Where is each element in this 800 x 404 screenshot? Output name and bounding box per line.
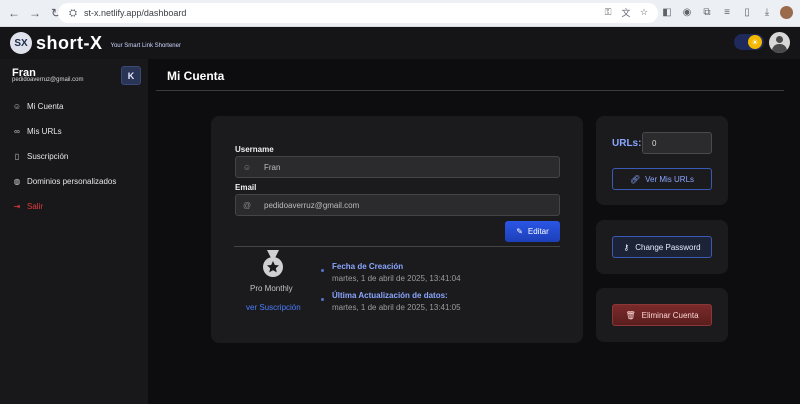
app-header: SX short-X Your Smart Link Shortener — [0, 27, 800, 59]
link-icon: ∞ — [14, 126, 20, 136]
username-field[interactable]: ☺ Fran — [235, 156, 560, 178]
back-arrow-icon[interactable]: ← — [5, 4, 23, 22]
site-info-icon[interactable]: ⛭ — [66, 6, 80, 20]
user-icon: ☺ — [12, 101, 22, 111]
translate-icon[interactable]: 文 — [620, 6, 632, 19]
logo-tagline: Your Smart Link Shortener — [110, 43, 181, 49]
delete-account-button[interactable]: 🗑︎ Eliminar Cuenta — [612, 304, 712, 326]
browser-toolbar: ← → ↻ ⛭ st-x.netlify.app/dashboard ⚿ 文 ☆… — [0, 0, 800, 27]
title-divider — [156, 90, 784, 91]
logout-icon: ⇥ — [13, 201, 21, 211]
sidebar-icon[interactable]: ▯ — [740, 5, 754, 20]
browser-profile-avatar[interactable] — [780, 6, 793, 19]
urls-label: URLs: — [612, 138, 642, 149]
edit-button[interactable]: ✎ Editar — [505, 221, 560, 242]
theme-toggle[interactable]: ☀ — [734, 34, 764, 50]
key-icon: ⚷ — [623, 242, 630, 252]
pencil-icon: ✎ — [516, 227, 523, 236]
address-bar[interactable]: ⛭ st-x.netlify.app/dashboard ⚿ 文 ☆ — [58, 3, 658, 23]
updated-label: Última Actualización de datos: — [332, 291, 448, 300]
user-icon: ☺ — [242, 162, 252, 172]
key-icon[interactable]: ⚿ — [602, 6, 614, 19]
created-label: Fecha de Creación — [332, 262, 404, 271]
profile-email: pedidoaverruz@gmail.com — [12, 77, 84, 83]
updated-value: martes, 1 de abril de 2025, 13:41:05 — [332, 303, 461, 312]
media-icon[interactable]: ≡ — [720, 5, 734, 20]
urls-card: URLs: 0 🔗︎ Ver Mis URLs — [596, 116, 728, 205]
star-icon[interactable]: ☆ — [638, 6, 650, 19]
plan-name: Pro Monthly — [250, 284, 293, 293]
sidebar-item-label: Dominios personalizados — [27, 176, 117, 186]
sidebar-item-dominios[interactable]: ◍ Dominios personalizados — [12, 175, 117, 187]
view-my-urls-button[interactable]: 🔗︎ Ver Mis URLs — [612, 168, 712, 190]
section-divider — [234, 246, 560, 247]
logo-text: short-X — [36, 32, 103, 53]
username-label: Username — [235, 145, 274, 154]
trash-icon: 🗑︎ — [625, 310, 636, 320]
sidebar-item-suscripcion[interactable]: ▯ Suscripción — [12, 150, 69, 162]
view-my-urls-label: Ver Mis URLs — [645, 174, 695, 184]
sidebar-item-mi-cuenta[interactable]: ☺ Mi Cuenta — [12, 100, 64, 112]
link-icon: 🔗︎ — [629, 174, 641, 184]
extension-icon[interactable]: ◉ — [680, 5, 694, 20]
forward-arrow-icon[interactable]: → — [26, 4, 44, 22]
extension-icon[interactable]: ◧ — [660, 5, 674, 20]
download-icon[interactable]: ⤓ — [760, 5, 774, 20]
bullet — [321, 298, 324, 301]
urls-count-value: 0 — [652, 138, 657, 148]
sidebar-item-label: Mi Cuenta — [27, 101, 64, 111]
sidebar-item-salir[interactable]: ⇥ Salir — [12, 200, 43, 212]
collapse-sidebar-button[interactable]: K — [121, 66, 141, 85]
url-text: st-x.netlify.app/dashboard — [84, 8, 187, 18]
urls-count-field[interactable]: 0 — [642, 132, 712, 154]
at-icon: @ — [242, 200, 252, 210]
delete-account-label: Eliminar Cuenta — [641, 310, 699, 320]
username-value: Fran — [264, 162, 281, 172]
created-value: martes, 1 de abril de 2025, 13:41:04 — [332, 274, 461, 283]
sidebar-item-label: Mis URLs — [27, 126, 62, 136]
view-subscription-link[interactable]: ver Suscripción — [246, 303, 301, 312]
sidebar-item-label: Suscripción — [27, 151, 69, 161]
logo-badge: SX — [10, 32, 32, 54]
account-card: Username ☺ Fran Email @ pedidoaverruz@gm… — [211, 116, 583, 343]
change-password-label: Change Password — [635, 242, 701, 252]
email-value: pedidoaverruz@gmail.com — [264, 200, 360, 210]
bookmark-icon: ▯ — [14, 151, 20, 161]
edit-button-label: Editar — [527, 227, 549, 236]
bullet — [321, 269, 324, 272]
sidebar-item-mis-urls[interactable]: ∞ Mis URLs — [12, 125, 62, 137]
medal-icon — [263, 250, 283, 277]
email-field[interactable]: @ pedidoaverruz@gmail.com — [235, 194, 560, 216]
sidebar-item-label: Salir — [27, 201, 44, 211]
sun-icon: ☀ — [748, 35, 762, 49]
password-card: ⚷ Change Password — [596, 220, 728, 274]
puzzle-icon[interactable]: ⧉ — [700, 5, 714, 20]
page-title: Mi Cuenta — [167, 69, 225, 83]
globe-icon: ◍ — [13, 176, 21, 186]
email-label: Email — [235, 183, 257, 192]
user-avatar[interactable] — [769, 32, 790, 53]
change-password-button[interactable]: ⚷ Change Password — [612, 236, 712, 258]
sidebar: Fran pedidoaverruz@gmail.com K ☺ Mi Cuen… — [0, 59, 148, 404]
delete-account-card: 🗑︎ Eliminar Cuenta — [596, 288, 728, 342]
